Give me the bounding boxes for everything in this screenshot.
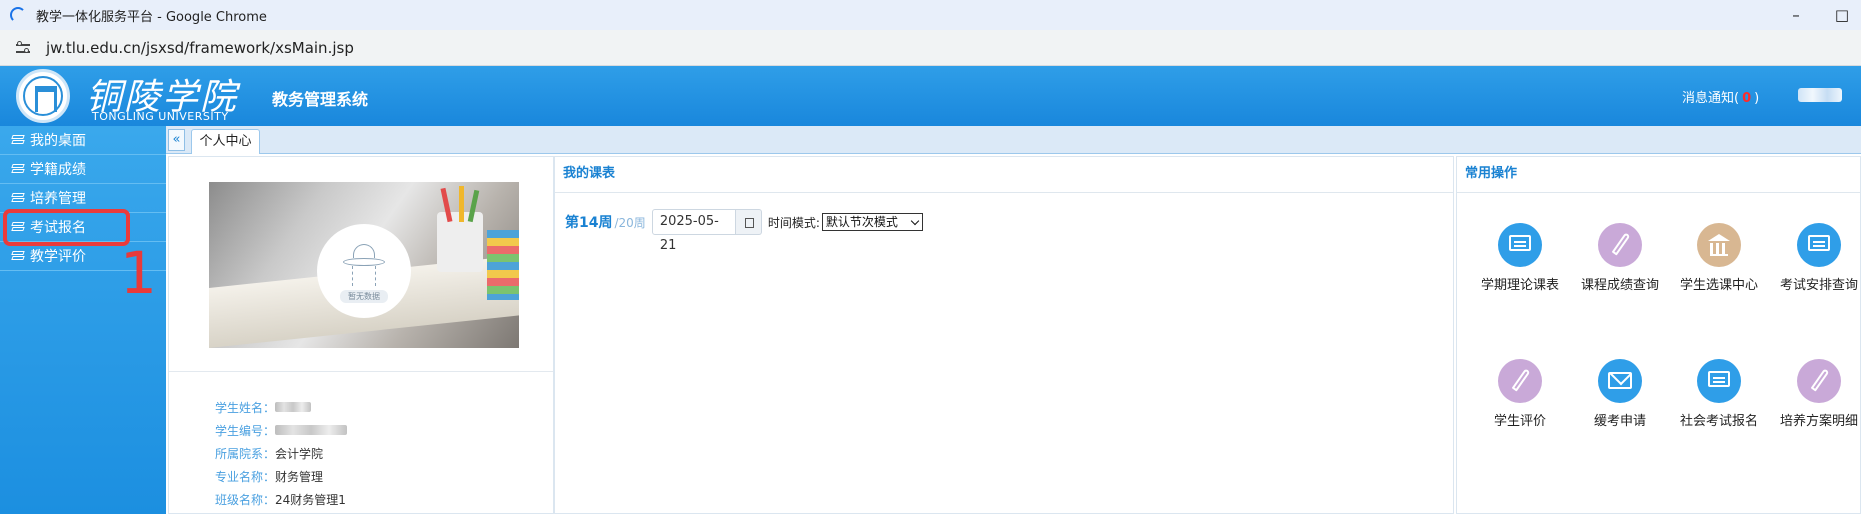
op-course-selection-center[interactable]: 学生选课中心 [1678,223,1760,296]
site-settings-icon[interactable] [16,40,32,55]
student-id-blurred [275,425,348,435]
notice-count: 0 [1742,91,1752,106]
info-label: 学生编号： [215,424,276,438]
op-exam-schedule-query[interactable]: 考试安排查询 [1778,223,1860,296]
info-label: 专业名称： [215,470,276,484]
info-row-major: 专业名称： 财务管理 [215,468,323,485]
sidebar-item-label: 教学评价 [30,249,86,265]
info-row-department: 所属院系： 会计学院 [215,445,323,462]
quill-icon [1598,223,1642,267]
op-training-plan-details[interactable]: 培养方案明细 [1778,359,1860,432]
minimize-button[interactable]: – [1786,6,1806,24]
date-input[interactable]: 2025-05-21 [651,209,736,253]
quill-icon [1498,359,1542,403]
sidebar-item-status-grades[interactable]: 学籍成绩 [0,155,166,184]
mail-icon [1598,359,1642,403]
common-operations-panel: 常用操作 学期理论课表 课程成绩查询 学生选课中心 考试安排查询 学生评价 缓考… [1456,156,1861,514]
info-value: 24财务管理1 [275,493,346,507]
tab-strip: « 个人中心 [166,126,1861,154]
message-notice-link[interactable]: 消息通知(0) [1682,87,1759,106]
schedule-panel: 我的课表 第14周 /20周 2025-05-21 时间模式: 默认节次模式 [554,156,1454,514]
sidebar-item-label: 学籍成绩 [30,162,86,178]
sidebar-menu: 我的桌面 学籍成绩 培养管理 考试报名 教学评价 [0,126,166,514]
browser-title-bar: 教学一体化服务平台 - Google Chrome – □ [0,0,1861,30]
op-social-exam-registration[interactable]: 社会考试报名 [1678,359,1760,432]
total-weeks: /20周 [614,215,646,230]
bank-icon [1697,223,1741,267]
op-label: 课程成绩查询 [1580,278,1659,293]
op-semester-theory-timetable[interactable]: 学期理论课表 [1479,223,1561,296]
annotation-step-number: 1 [120,239,157,307]
info-label: 所属院系： [215,447,276,461]
op-label: 学期理论课表 [1480,278,1559,293]
calendar-icon[interactable] [735,209,762,235]
op-label: 缓考申请 [1593,414,1646,429]
app-header: 铜陵学院 TONGLING UNIVERSITY 教务管理系统 消息通知(0) [0,66,1861,126]
layers-icon [11,192,25,204]
info-row-class: 班级名称： 24财务管理1 [215,491,346,508]
op-course-grade-query[interactable]: 课程成绩查询 [1579,223,1661,296]
chat-icon [1697,359,1741,403]
info-row-student-id: 学生编号： [215,422,348,439]
divider [169,371,553,372]
op-label: 考试安排查询 [1779,278,1858,293]
collapse-sidebar-button[interactable]: « [168,129,185,151]
op-label: 培养方案明细 [1779,414,1858,429]
layers-icon [11,163,25,175]
op-label: 社会考试报名 [1679,414,1758,429]
current-week: 第14周 [565,215,613,231]
op-student-evaluation[interactable]: 学生评价 [1479,359,1561,432]
address-bar[interactable]: jw.tlu.edu.cn/jsxsd/framework/xsMain.jsp [0,30,1861,66]
chat-icon [1498,223,1542,267]
layers-icon [11,250,25,262]
common-operations-title: 常用操作 [1457,157,1860,193]
chat-icon [1797,223,1841,267]
loading-icon [10,7,26,23]
time-mode-select[interactable]: 默认节次模式 [821,213,923,231]
logo-english-name: TONGLING UNIVERSITY [92,110,229,123]
system-name: 教务管理系统 [272,90,369,109]
info-label: 学生姓名： [215,401,276,415]
window-title: 教学一体化服务平台 - Google Chrome [36,9,267,25]
info-value: 财务管理 [275,470,324,484]
annotation-highlight-box [3,209,130,246]
sidebar-item-my-desktop[interactable]: 我的桌面 [0,126,166,155]
op-deferred-exam-application[interactable]: 缓考申请 [1579,359,1661,432]
quill-icon [1797,359,1841,403]
sidebar-item-label: 我的桌面 [30,133,86,149]
university-seal-icon [16,69,70,123]
profile-panel: 暂无数据 学生姓名： 学生编号： 所属院系： 会计学院 专业名称： 财务管理 班… [168,156,554,514]
ufo-icon [339,240,389,288]
info-row-student-name: 学生姓名： [215,399,312,416]
info-label: 班级名称： [215,493,276,507]
url-text[interactable]: jw.tlu.edu.cn/jsxsd/framework/xsMain.jsp [46,39,354,57]
student-name-blurred [275,402,312,412]
no-data-label: 暂无数据 [340,289,388,303]
info-value: 会计学院 [275,447,324,461]
layers-icon [11,134,25,146]
schedule-title: 我的课表 [555,157,1453,193]
time-mode-label: 时间模式: [767,215,820,230]
sidebar-item-label: 培养管理 [30,191,86,207]
user-name-blurred[interactable] [1798,88,1842,102]
no-data-placeholder: 暂无数据 [317,224,411,318]
op-label: 学生选课中心 [1679,278,1758,293]
tab-personal-center[interactable]: 个人中心 [191,129,260,154]
profile-photo: 暂无数据 [209,182,519,348]
week-selector: 第14周 /20周 2025-05-21 时间模式: 默认节次模式 [565,209,923,253]
maximize-button[interactable]: □ [1832,6,1852,24]
op-label: 学生评价 [1493,414,1546,429]
